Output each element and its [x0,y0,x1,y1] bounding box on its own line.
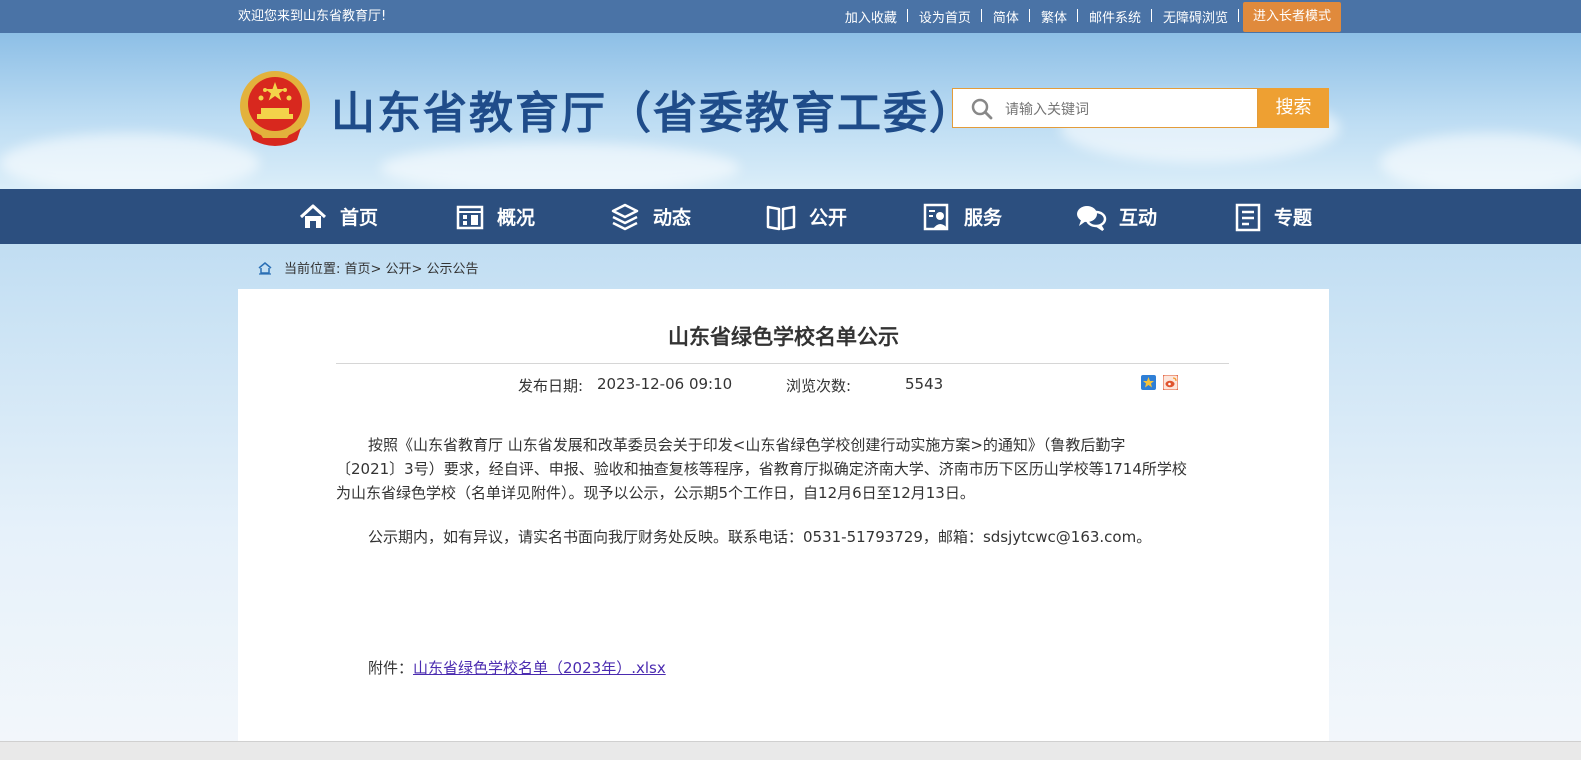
breadcrumb: 当前位置: 首页> 公开> 公示公告 [258,258,479,277]
top-links: 加入收藏 设为首页 简体 繁体 邮件系统 无障碍浏览 进入长者模式 [834,0,1341,33]
traditional-chinese-link[interactable]: 繁体 [1030,7,1078,26]
service-icon [923,203,949,230]
search-box [952,88,1258,128]
paragraph-line: 为山东省绿色学校（名单详见附件）。现予以公示，公示期5个工作日，自12月6日至1… [336,484,975,502]
article-paragraph-1: 按照《山东省教育厅 山东省发展和改革委员会关于印发<山东省绿色学校创建行动实施方… [336,433,1224,505]
views-value: 5543 [905,375,944,393]
nav-item-label: 互动 [1119,207,1158,229]
article-paragraph-2: 公示期内，如有异议，请实名书面向我厅财务处反映。联系电话：0531-517937… [336,525,1224,549]
layers-icon [611,203,639,230]
home-icon [258,261,272,275]
date-value: 2023-12-06 09:10 [597,375,733,393]
breadcrumb-text: 当前位置: 首页> 公开> 公示公告 [284,262,479,277]
search-button[interactable]: 搜索 [1258,88,1329,128]
nav-item-news[interactable]: 动态 [609,189,691,244]
simplified-chinese-link[interactable]: 简体 [982,7,1030,26]
search-input[interactable] [1003,97,1247,123]
chat-icon [1077,205,1107,231]
nav-item-label: 公开 [809,207,848,229]
nav-item-label: 概况 [497,207,536,229]
nav-item-public[interactable]: 公开 [765,189,847,244]
paragraph-text: 公示期内，如有异议，请实名书面向我厅财务处反映。联系电话：0531-517937… [368,528,1152,546]
elder-mode-button[interactable]: 进入长者模式 [1242,1,1341,32]
cloud-decoration [0,133,260,189]
nav-item-topics[interactable]: 专题 [1234,189,1312,244]
welcome-text: 欢迎您来到山东省教育厅! [238,9,387,24]
document-icon [1235,203,1261,231]
mail-system-link[interactable]: 邮件系统 [1078,7,1152,26]
share-weibo-icon[interactable] [1163,375,1178,390]
attachment-link[interactable]: 山东省绿色学校名单（2023年）.xlsx [413,659,666,677]
views-label: 浏览次数: [786,377,852,395]
nav-item-home[interactable]: 首页 [298,189,378,244]
bottom-bar [0,741,1581,760]
book-icon [766,205,796,230]
nav-item-label: 动态 [653,207,692,229]
cloud-decoration [1380,133,1581,189]
article-panel: 山东省绿色学校名单公示 发布日期: 2023-12-06 09:10 浏览次数:… [238,289,1329,759]
set-homepage-link[interactable]: 设为首页 [908,7,982,26]
main-nav: 首页 概况 动态 公开 服务 互动 专题 [0,189,1581,244]
article-title: 山东省绿色学校名单公示 [668,325,899,349]
nav-item-label: 专题 [1274,207,1313,229]
paragraph-line: 按照《山东省教育厅 山东省发展和改革委员会关于印发<山东省绿色学校创建行动实施方… [368,436,1126,454]
share-qzone-icon[interactable] [1141,375,1156,390]
paragraph-line: 〔2021〕3号）要求，经自评、申报、验收和抽查复核等程序，省教育厅拟确定济南大… [336,460,1187,478]
cloud-decoration [380,143,740,189]
site-header: 山东省教育厅（省委教育工委） 搜索 [0,33,1581,189]
building-icon [456,205,484,229]
home-icon [299,204,327,228]
title-divider [336,363,1229,364]
attachment-label: 附件： [368,659,414,677]
site-title: 山东省教育厅（省委教育工委） [331,88,975,139]
nav-item-service[interactable]: 服务 [922,189,1002,244]
national-emblem-icon [240,71,310,146]
accessibility-link[interactable]: 无障碍浏览 [1152,7,1239,26]
nav-item-label: 首页 [340,207,379,229]
top-bar: 欢迎您来到山东省教育厅! 加入收藏 设为首页 简体 繁体 邮件系统 无障碍浏览 … [0,0,1581,33]
attachment-row: 附件：山东省绿色学校名单（2023年）.xlsx [368,657,666,678]
nav-item-label: 服务 [964,207,1003,229]
add-favorite-link[interactable]: 加入收藏 [834,7,908,26]
search-icon [971,98,993,120]
date-label: 发布日期: [518,377,584,395]
nav-item-overview[interactable]: 概况 [455,189,535,244]
nav-item-interact[interactable]: 互动 [1075,189,1157,244]
